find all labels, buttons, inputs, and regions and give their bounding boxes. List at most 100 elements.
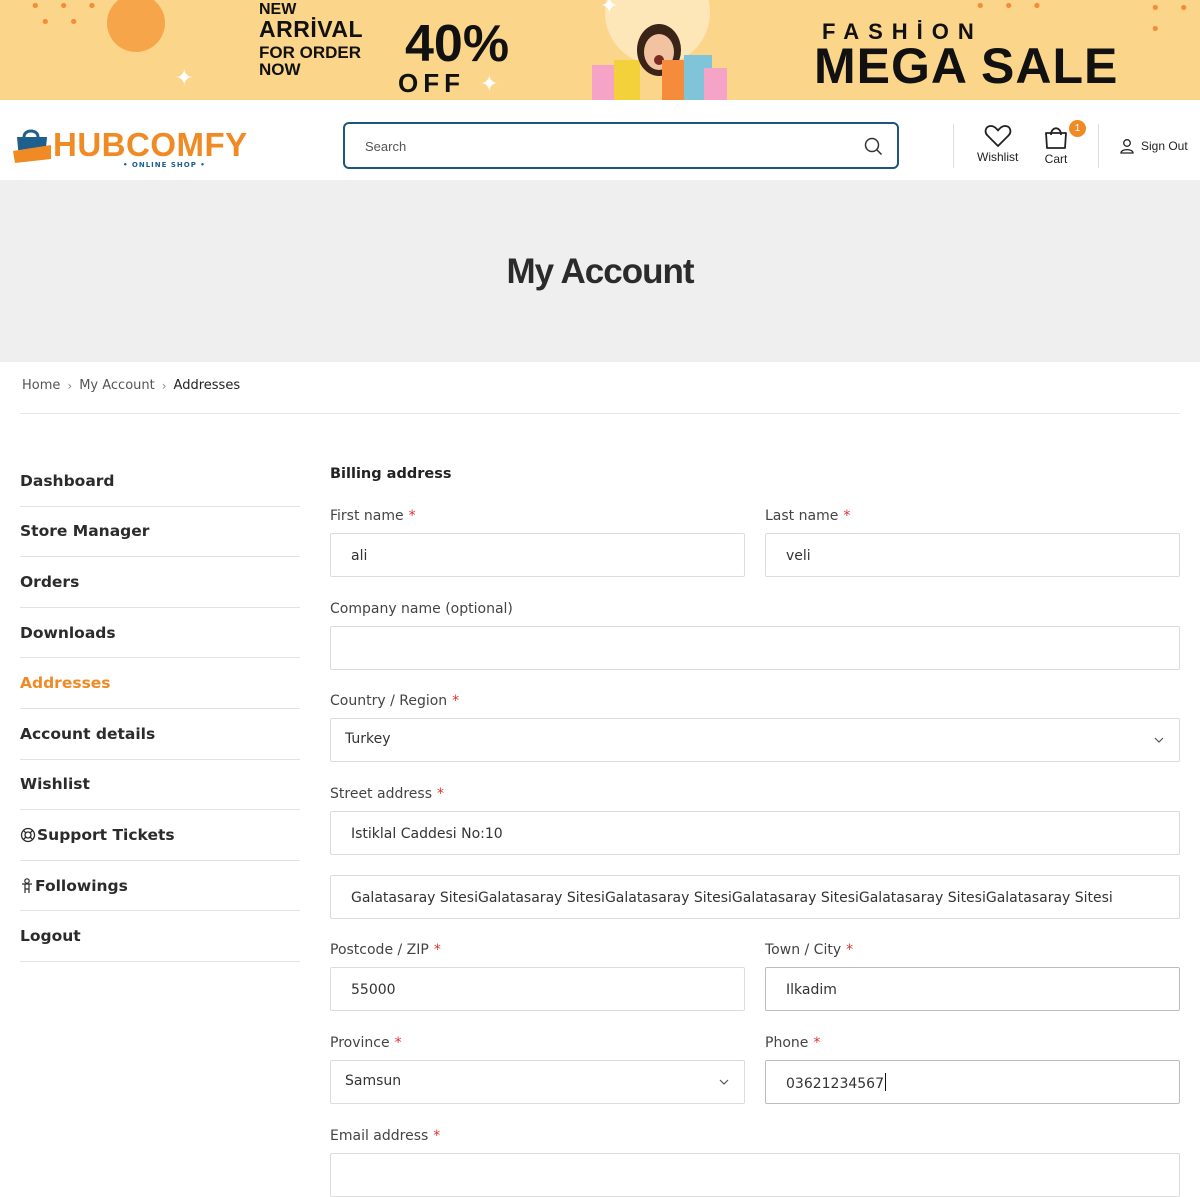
street-box [330, 811, 1180, 855]
search-input[interactable] [365, 136, 845, 156]
postcode-input[interactable] [351, 980, 734, 1000]
chevron-down-icon [719, 1079, 729, 1085]
breadcrumb-addresses: Addresses [173, 378, 241, 393]
phone-field: Phone * 03621234567 [765, 1035, 1180, 1104]
company-box [330, 626, 1180, 670]
phone-input[interactable]: 03621234567 [786, 1073, 886, 1092]
sidebar-item-logout[interactable]: Logout [20, 911, 300, 962]
sidebar-item-wishlist[interactable]: Wishlist [20, 760, 300, 811]
email-field: Email address * [330, 1128, 1180, 1197]
first-name-box [330, 533, 745, 577]
sidebar-item-store-manager[interactable]: Store Manager [20, 507, 300, 558]
cart-count-badge: 1 [1069, 120, 1086, 137]
search-bar[interactable] [343, 122, 899, 169]
logo-wordmark: HUBCOMFY [53, 125, 248, 163]
sign-out-button[interactable]: Sign Out [1119, 138, 1188, 154]
sidebar-item-label: Followings [35, 876, 128, 895]
company-label: Company name (optional) [330, 601, 513, 617]
sidebar-item-downloads[interactable]: Downloads [20, 608, 300, 659]
header-divider [953, 124, 954, 168]
province-field: Province * Samsun [330, 1035, 745, 1104]
province-selected-value: Samsun [345, 1073, 402, 1089]
search-icon[interactable] [863, 136, 883, 156]
email-box[interactable] [330, 1153, 1180, 1197]
phone-box: 03621234567 [765, 1060, 1180, 1104]
cart-label: Cart [1044, 152, 1068, 166]
lifebuoy-icon [20, 827, 36, 843]
sign-out-label: Sign Out [1141, 139, 1188, 153]
breadcrumb-my-account[interactable]: My Account [79, 378, 155, 393]
first-name-input[interactable] [351, 546, 734, 566]
street2-input[interactable] [351, 888, 1169, 908]
last-name-box [765, 533, 1180, 577]
heart-icon [984, 125, 1011, 147]
sparkle-icon: ✦ [600, 0, 619, 19]
text-caret [884, 1073, 886, 1091]
sidebar-item-label: Support Tickets [37, 825, 175, 844]
street2-box [330, 875, 1180, 919]
last-name-input[interactable] [786, 546, 1169, 566]
discount-percent: 40% [405, 15, 510, 73]
sidebar-item-label: Store Manager [20, 522, 150, 541]
last-name-label: Last name * [765, 508, 851, 524]
sidebar-item-dashboard[interactable]: Dashboard [20, 456, 300, 507]
postcode-box [330, 967, 745, 1011]
cart-button[interactable]: Cart 1 [1042, 120, 1086, 166]
sidebar-item-label: Dashboard [20, 471, 115, 490]
wishlist-label: Wishlist [977, 150, 1019, 164]
mega-sale-text: MEGA SALE [814, 38, 1119, 94]
breadcrumb-home[interactable]: Home [22, 378, 60, 393]
decor-dots: • • • [975, 0, 1049, 17]
shopping-woman-illustration [592, 24, 727, 100]
chevron-down-icon [1154, 737, 1164, 743]
province-select[interactable]: Samsun [330, 1060, 745, 1104]
sidebar-item-account-details[interactable]: Account details [20, 709, 300, 760]
sparkle-icon: ✦ [175, 66, 194, 91]
chevron-right-icon: › [161, 378, 167, 393]
sidebar-item-followings[interactable]: Followings [20, 861, 300, 912]
billing-address-form: Billing address First name* Last name* C… [330, 460, 1180, 1197]
country-select[interactable]: Turkey [330, 718, 1180, 762]
sidebar-item-label: Account details [20, 724, 156, 743]
site-header: HUBCOMFY • ONLINE SHOP • Wishlist Cart 1… [0, 100, 1200, 181]
phone-label: Phone * [765, 1035, 821, 1051]
sidebar-item-addresses[interactable]: Addresses [20, 658, 300, 709]
street-input[interactable] [351, 824, 1169, 844]
promo-banner[interactable]: • • • • • • • • • • • ✦ ✦ ✦ NEW ARRİVAL … [0, 0, 1200, 100]
city-label: Town / City * [765, 942, 854, 958]
sidebar-item-label: Logout [20, 927, 81, 946]
wishlist-button[interactable]: Wishlist [977, 124, 1018, 164]
sidebar-item-label: Wishlist [20, 775, 90, 794]
sidebar-item-orders[interactable]: Orders [20, 557, 300, 608]
province-label: Province * [330, 1035, 402, 1051]
country-field: Country / Region * Turkey [330, 693, 1180, 762]
sidebar-item-support-tickets[interactable]: Support Tickets [20, 810, 300, 861]
first-name-field: First name * [330, 508, 745, 577]
logo-tagline: • ONLINE SHOP • [123, 161, 206, 169]
breadcrumb: Home › My Account › Addresses [22, 378, 240, 393]
account-sidebar: Dashboard Store Manager Orders Downloads… [20, 456, 300, 962]
sidebar-item-label: Orders [20, 572, 80, 591]
city-box [765, 967, 1180, 1011]
company-input[interactable] [351, 639, 1169, 659]
decor-dots: • • • [1150, 0, 1195, 40]
postcode-label: Postcode / ZIP * [330, 942, 441, 958]
child-icon [22, 877, 32, 893]
email-label: Email address * [330, 1128, 441, 1144]
first-name-label: First name * [330, 508, 416, 524]
decor-circle [107, 0, 165, 52]
user-icon [1120, 139, 1134, 154]
city-input[interactable] [786, 980, 1169, 1000]
cart-bag-icon [1045, 127, 1067, 149]
street-label: Street address * [330, 786, 444, 802]
site-logo[interactable]: HUBCOMFY • ONLINE SHOP • [11, 123, 248, 169]
country-selected-value: Turkey [345, 731, 391, 747]
billing-heading: Billing address [330, 466, 452, 482]
breadcrumb-divider [20, 413, 1180, 414]
sparkle-icon: ✦ [480, 72, 499, 97]
country-label: Country / Region * [330, 693, 460, 709]
decor-dots: • • [40, 12, 85, 33]
discount-off: OFF [398, 68, 465, 98]
sidebar-item-label: Downloads [20, 623, 116, 642]
sidebar-item-label: Addresses [20, 674, 111, 693]
